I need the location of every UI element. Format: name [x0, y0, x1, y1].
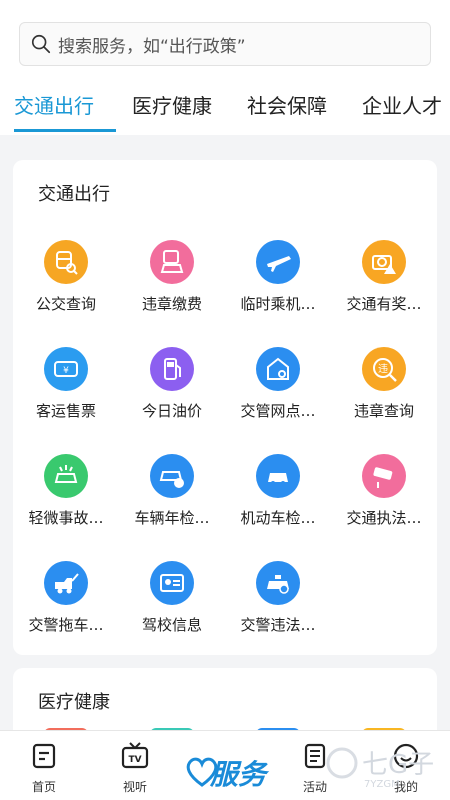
service-item[interactable]: 交警违法… [225, 561, 331, 651]
nav-home[interactable]: 首页 [14, 741, 74, 800]
service-item-label: 今日油价 [141, 402, 202, 420]
bus-search-icon [44, 240, 88, 284]
search-bar[interactable]: 搜索服务，如“出行政策” [19, 22, 431, 66]
service-item-label: 车辆年检… [134, 509, 210, 527]
service-item-label: 机动车检… [240, 509, 316, 527]
service-item[interactable]: 违章缴费 [119, 240, 225, 330]
nav-video[interactable]: TV 视听 [105, 741, 165, 800]
traffic-section-card: 交通出行 公交查询 违章缴费 临时乘机… 交通有奖… ¥ 客运售票 今日油价 交管网点… 违违章… [13, 160, 437, 655]
service-item-label: 轻微事故… [28, 509, 104, 527]
service-item-label: 交警拖车… [28, 616, 104, 634]
watermark-sub: 7YZGM [364, 779, 400, 790]
service-item[interactable]: 交管网点… [225, 347, 331, 437]
tow-truck-icon [44, 561, 88, 605]
nav-service[interactable]: 服务 [184, 751, 274, 795]
tab-social-security[interactable]: 社会保障 [247, 90, 327, 119]
search-placeholder: 搜索服务，如“出行政策” [58, 36, 246, 57]
service-item[interactable]: 车辆年检… [119, 454, 225, 544]
service-item[interactable]: 交通执法… [331, 454, 437, 544]
bottom-nav: 首页 TV 视听 服务 活动 我的 七G子 7YZGM [0, 730, 450, 800]
tv-icon: TV [121, 742, 149, 769]
police-car-icon [256, 561, 300, 605]
car-payment-icon [150, 240, 194, 284]
fuel-pump-icon [150, 347, 194, 391]
service-item-label: 公交查询 [35, 295, 96, 313]
service-item-label: 交管网点… [240, 402, 316, 420]
watermark-text: 七G子 [362, 750, 434, 780]
service-item[interactable]: 交警拖车… [13, 561, 119, 651]
service-item[interactable]: ¥ 客运售票 [13, 347, 119, 437]
service-item-label: 违章缴费 [141, 295, 202, 313]
service-item-label: 驾校信息 [141, 616, 202, 634]
svg-text:违: 违 [378, 363, 388, 375]
active-tab-indicator [14, 129, 116, 132]
tab-traffic[interactable]: 交通出行 [14, 90, 94, 119]
airplane-icon [256, 240, 300, 284]
service-item-label: 交通执法… [346, 509, 422, 527]
service-item-label: 交警违法… [240, 616, 316, 634]
service-item[interactable]: 驾校信息 [119, 561, 225, 651]
service-item[interactable]: 临时乘机… [225, 240, 331, 330]
surveillance-camera-icon [362, 454, 406, 498]
section-title: 交通出行 [38, 184, 110, 205]
category-tabs: 交通出行 医疗健康 社会保障 企业人才 [0, 84, 450, 134]
service-item[interactable]: 轻微事故… [13, 454, 119, 544]
home-icon [32, 743, 56, 769]
service-item[interactable]: 机动车检… [225, 454, 331, 544]
service-item-label: 违章查询 [353, 402, 414, 420]
svg-text:¥: ¥ [63, 366, 69, 376]
tab-enterprise-talent[interactable]: 企业人才 [362, 90, 442, 119]
service-item-label: 临时乘机… [240, 295, 316, 313]
id-card-icon [150, 561, 194, 605]
service-item[interactable]: 交通有奖… [331, 240, 437, 330]
service-item-label: 客运售票 [35, 402, 96, 420]
service-item[interactable]: 违违章查询 [331, 347, 437, 437]
camera-warning-icon [362, 240, 406, 284]
search-icon [31, 34, 51, 54]
watermark-logo: 七G子 7YZGM [326, 747, 434, 790]
svg-text:TV: TV [128, 755, 141, 765]
service-item[interactable]: 公交查询 [13, 240, 119, 330]
nav-service-label: 服务 [210, 758, 267, 791]
building-search-icon [256, 347, 300, 391]
service-item[interactable]: 今日油价 [119, 347, 225, 437]
top-bar: 搜索服务，如“出行政策” 交通出行 医疗健康 社会保障 企业人才 [0, 0, 450, 135]
violation-search-icon: 违 [362, 347, 406, 391]
ticket-icon: ¥ [44, 347, 88, 391]
nav-home-label: 首页 [31, 780, 56, 794]
service-item-label: 交通有奖… [346, 295, 422, 313]
section-title: 医疗健康 [38, 692, 110, 713]
nav-video-label: 视听 [122, 780, 147, 794]
tab-medical[interactable]: 医疗健康 [132, 90, 212, 119]
motor-vehicle-check-icon [256, 454, 300, 498]
vehicle-inspection-icon [150, 454, 194, 498]
car-accident-icon [44, 454, 88, 498]
